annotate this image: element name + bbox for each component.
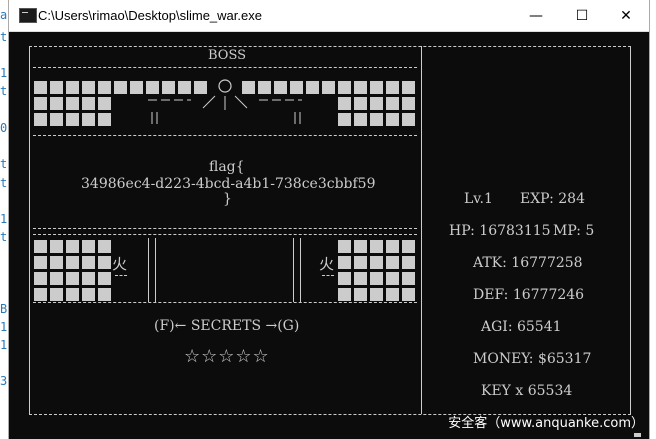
room-top-rule <box>33 228 417 229</box>
bg-char: B <box>0 302 8 316</box>
stat-key: KEY x 65534 <box>481 383 573 399</box>
bg-char: t <box>0 230 8 244</box>
stat-exp: EXP: 284 <box>520 191 585 207</box>
flag-open: flag{ <box>209 159 245 175</box>
left-torch-icon: 火 <box>112 255 128 273</box>
minimize-button[interactable]: — <box>513 0 559 31</box>
stat-money: MONEY: $65317 <box>473 351 592 367</box>
console-app-icon <box>19 8 37 23</box>
bg-char: 1 <box>0 212 8 226</box>
frame-left-border <box>29 46 30 414</box>
stat-def: DEF: 16777246 <box>473 287 585 303</box>
bg-char: 0 <box>0 121 8 135</box>
frame-divider <box>421 46 422 414</box>
bg-char: t <box>0 84 8 98</box>
frame-right-border <box>630 46 631 414</box>
star-rating: ☆☆☆☆☆ <box>184 346 270 367</box>
room-top-rule-2 <box>33 234 417 235</box>
stat-agi: AGI: 65541 <box>481 319 562 335</box>
frame-top-border <box>29 46 631 47</box>
console-window: C:\Users\rimao\Desktop\slime_war.exe — ☐… <box>8 0 650 439</box>
maximize-button[interactable]: ☐ <box>559 0 605 31</box>
background-editor-strip: a t 1 t 0 t t 1 t B 1 1 3 <box>0 0 8 439</box>
boss-bottom-rule <box>33 135 417 136</box>
secrets-hint: (F)← SECRETS →(G) <box>154 318 300 334</box>
console-output[interactable]: BOSS flag{34986ec4-d223-4bcd-a4b1-738ce… <box>9 32 649 439</box>
bg-char: 1 <box>0 66 8 80</box>
watermark-text: 安全客（www.anquanke.com） <box>448 416 644 431</box>
bg-char: t <box>0 30 8 44</box>
bg-char: a <box>0 8 8 22</box>
flag-close: } <box>223 191 232 207</box>
title-bar[interactable]: C:\Users\rimao\Desktop\slime_war.exe — ☐… <box>9 0 649 32</box>
stat-mp: MP: 5 <box>553 223 595 239</box>
window-title: C:\Users\rimao\Desktop\slime_war.exe <box>38 8 262 23</box>
bg-char: t <box>0 176 8 190</box>
room-bottom-rule <box>33 302 417 303</box>
bg-char: 1 <box>0 320 8 334</box>
boss-top-rule <box>33 67 417 68</box>
close-button[interactable]: ✕ <box>603 0 649 31</box>
right-torch-base <box>322 275 334 276</box>
right-torch-icon: 火 <box>319 255 335 273</box>
bg-char: 1 <box>0 338 8 352</box>
left-torch-base <box>115 275 127 276</box>
boss-label: BOSS <box>208 48 247 63</box>
bg-char: t <box>0 157 8 171</box>
stat-atk: ATK: 16777258 <box>473 255 583 271</box>
text-cursor <box>634 433 641 437</box>
flag-value: 34986ec4-d223-4bcd-a4b1-738ce3cbbf59 <box>81 176 376 192</box>
bg-char: 3 <box>0 374 8 388</box>
stat-level: Lv.1 <box>464 191 493 207</box>
stat-hp: HP: 16783115 <box>449 223 551 239</box>
